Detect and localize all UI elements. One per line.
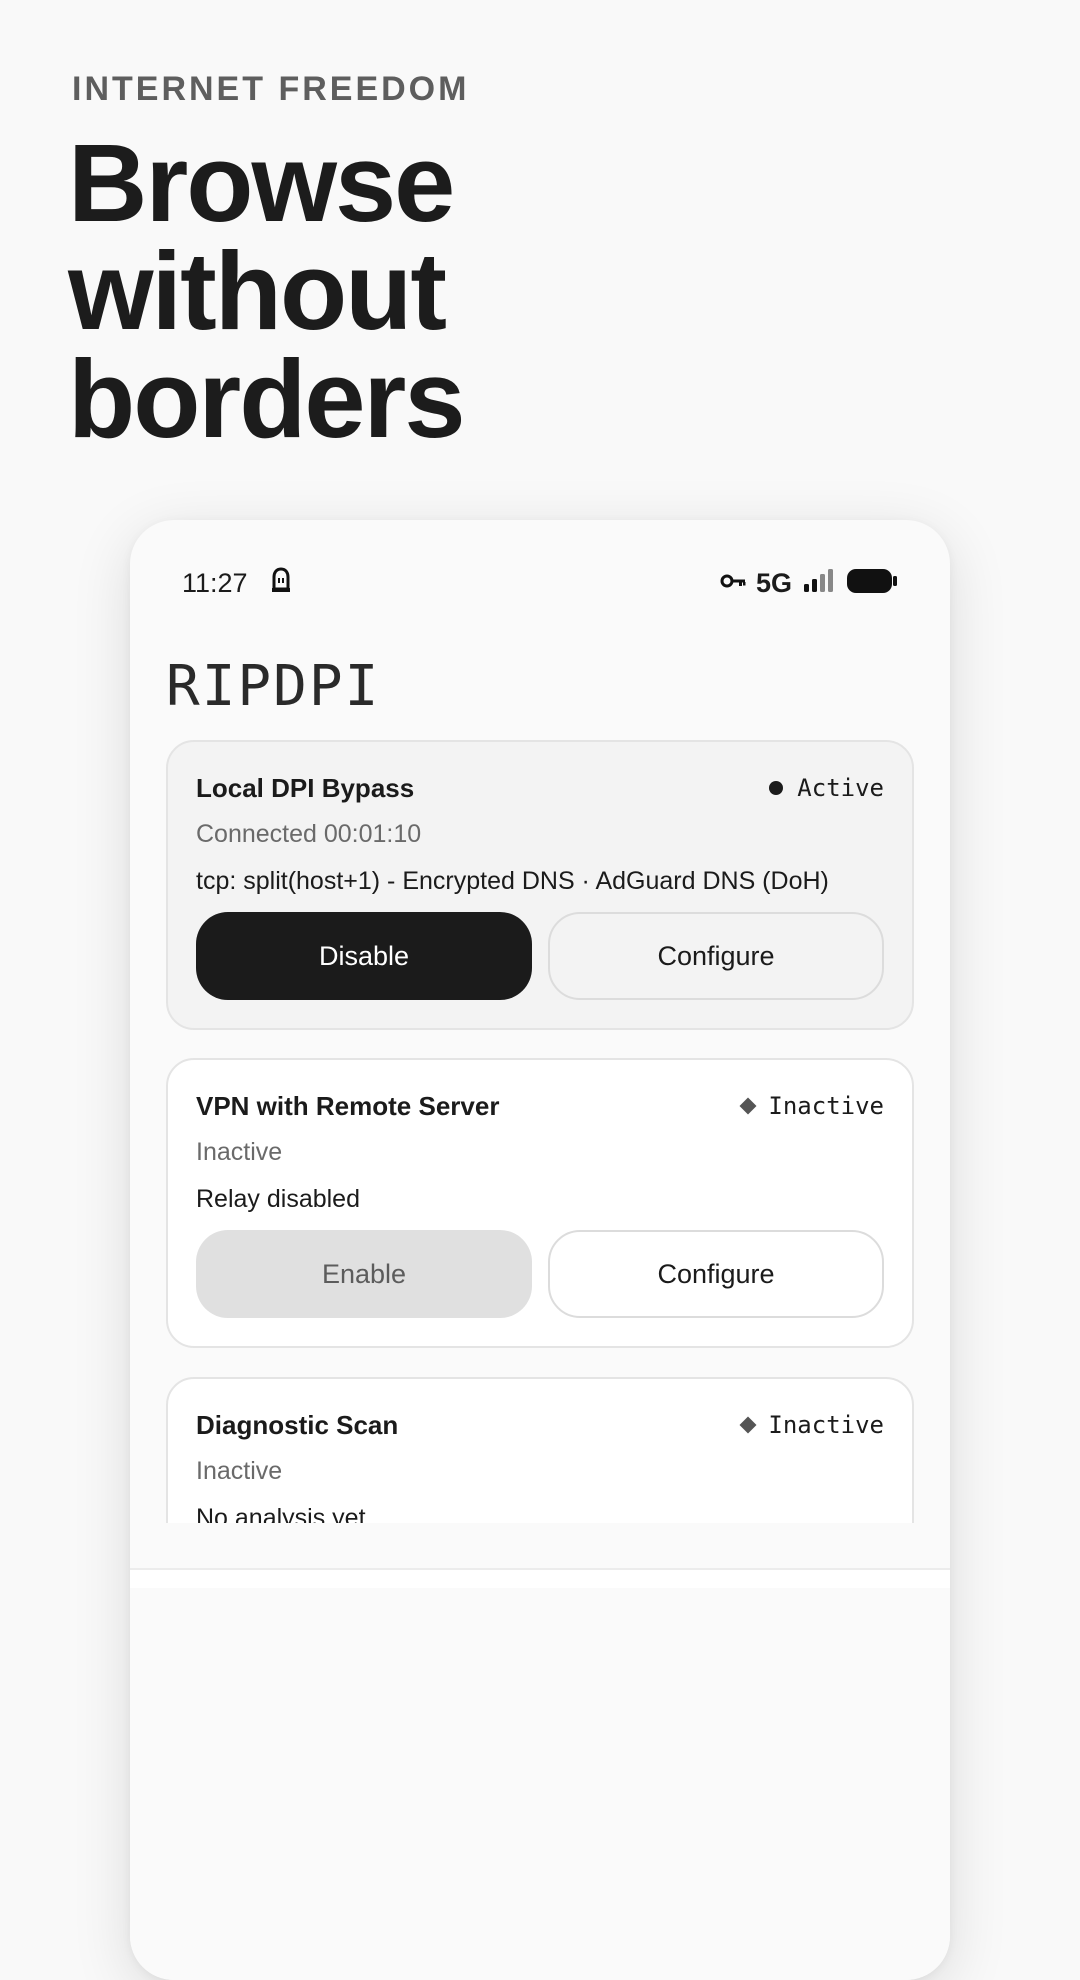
list-fade-mask bbox=[130, 1523, 950, 1980]
headline-line: without bbox=[68, 230, 447, 353]
inactive-diamond-icon bbox=[739, 1416, 757, 1434]
vpn-key-icon bbox=[720, 573, 746, 594]
mode-card-local-dpi[interactable]: Local DPI Bypass Active Connected 00:01:… bbox=[166, 740, 914, 1030]
enable-button[interactable]: Enable bbox=[196, 1230, 532, 1318]
status-time: 11:27 bbox=[182, 567, 248, 598]
mode-card-vpn[interactable]: VPN with Remote Server Inactive Inactive… bbox=[166, 1058, 914, 1348]
status-badge: Inactive bbox=[739, 1411, 884, 1439]
configure-button[interactable]: Configure bbox=[548, 912, 884, 1000]
eyebrow: INTERNET FREEDOM bbox=[72, 70, 470, 108]
signal-icon bbox=[802, 568, 836, 598]
card-subtitle: Inactive bbox=[196, 1138, 283, 1166]
disable-button[interactable]: Disable bbox=[196, 912, 532, 1000]
status-bar: 11:27 5G bbox=[130, 520, 950, 616]
status-text: Inactive bbox=[768, 1092, 884, 1120]
inactive-diamond-icon bbox=[739, 1097, 757, 1115]
network-type: 5G bbox=[755, 567, 792, 598]
app-title: RIPDPI bbox=[166, 654, 381, 719]
phone-frame: 11:27 5G RIPDPI Local DPI Bypass Active … bbox=[130, 520, 950, 1980]
card-subtitle: Inactive bbox=[196, 1457, 283, 1485]
battery-icon bbox=[846, 568, 898, 599]
card-detail: tcp: split(host+1) - Encrypted DNS · AdG… bbox=[196, 867, 829, 895]
active-dot-icon bbox=[769, 781, 784, 795]
headline-line: Browse bbox=[68, 122, 455, 245]
card-detail: Relay disabled bbox=[196, 1185, 360, 1213]
status-badge: Active bbox=[769, 774, 884, 802]
bottom-bar bbox=[130, 1568, 950, 1588]
headline-line: borders bbox=[68, 338, 466, 461]
card-subtitle: Connected 00:01:10 bbox=[196, 820, 422, 848]
status-text: Inactive bbox=[768, 1411, 884, 1439]
card-title: Local DPI Bypass bbox=[196, 772, 415, 803]
card-title: VPN with Remote Server bbox=[196, 1090, 500, 1121]
notification-lock-icon bbox=[270, 566, 292, 600]
status-badge: Inactive bbox=[739, 1092, 884, 1120]
configure-button[interactable]: Configure bbox=[548, 1230, 884, 1318]
card-title: Diagnostic Scan bbox=[196, 1409, 399, 1440]
hero-headline: Browse without borders bbox=[68, 122, 466, 461]
status-text: Active bbox=[797, 774, 884, 802]
